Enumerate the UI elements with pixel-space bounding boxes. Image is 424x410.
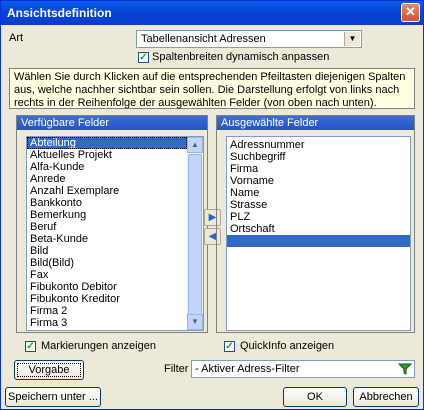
- ok-button[interactable]: OK: [283, 387, 347, 407]
- available-fields-panel: Verfügbare Felder Abteilung Aktuelles Pro…: [16, 115, 208, 333]
- list-item[interactable]: Bild(Bild): [27, 257, 187, 269]
- list-item[interactable]: Beta-Kunde: [27, 233, 187, 245]
- list-item[interactable]: Bild: [27, 245, 187, 257]
- selected-fields-panel: Ausgewählte Felder Adressnummer Suchbegri…: [216, 115, 415, 333]
- list-item[interactable]: Firma: [227, 163, 410, 175]
- scroll-thumb[interactable]: [188, 154, 202, 330]
- save-as-button[interactable]: Speichern unter ...: [5, 387, 101, 407]
- vorgabe-button[interactable]: Vorgabe: [14, 360, 84, 380]
- list-item[interactable]: Abteilung: [27, 137, 187, 149]
- markierungen-checkbox[interactable]: ✓: [25, 341, 36, 352]
- list-item[interactable]: Anzahl Exemplare: [27, 185, 187, 197]
- available-fields-list[interactable]: Abteilung Aktuelles Projekt Alfa-Kunde Anre…: [26, 136, 204, 331]
- cancel-button[interactable]: Abbrechen: [353, 387, 419, 407]
- list-item[interactable]: Name: [227, 187, 410, 199]
- quickinfo-label: QuickInfo anzeigen: [240, 340, 335, 352]
- list-item[interactable]: Fibukonto Debitor: [27, 281, 187, 293]
- list-item[interactable]: Beruf: [27, 221, 187, 233]
- art-label: Art: [9, 32, 24, 44]
- scroll-down-icon[interactable]: ▼: [187, 314, 203, 330]
- list-item[interactable]: Aktuelles Projekt: [27, 149, 187, 161]
- list-item[interactable]: Funktion: [27, 329, 187, 330]
- dialog-window: Ansichtsdefinition ✕ Art Tabellenansicht…: [0, 0, 424, 410]
- dynamic-widths-label: Spaltenbreiten dynamisch anpassen: [152, 51, 330, 63]
- window-title: Ansichtsdefinition: [7, 6, 112, 20]
- available-scrollbar[interactable]: ▲ ▼: [187, 137, 203, 330]
- close-button[interactable]: ✕: [401, 3, 420, 22]
- list-item[interactable]: Strasse: [227, 199, 410, 211]
- list-item[interactable]: Bankkonto: [27, 197, 187, 209]
- list-item[interactable]: Fibukonto Kreditor: [27, 293, 187, 305]
- dynamic-widths-checkbox[interactable]: ✓: [138, 52, 149, 63]
- filter-value: - Aktiver Adress-Filter: [195, 363, 300, 375]
- available-fields-header: Verfügbare Felder: [17, 116, 207, 130]
- chevron-down-icon[interactable]: ▼: [344, 32, 360, 46]
- list-item[interactable]: [227, 235, 410, 247]
- list-item[interactable]: Alfa-Kunde: [27, 161, 187, 173]
- list-item[interactable]: Ortschaft: [227, 223, 410, 235]
- list-item[interactable]: Firma 3: [27, 317, 187, 329]
- filter-select[interactable]: - Aktiver Adress-Filter: [191, 360, 415, 378]
- list-item[interactable]: Suchbegriff: [227, 151, 410, 163]
- list-item[interactable]: Vorname: [227, 175, 410, 187]
- list-item[interactable]: PLZ: [227, 211, 410, 223]
- title-bar[interactable]: Ansichtsdefinition ✕: [1, 1, 423, 25]
- selected-fields-header: Ausgewählte Felder: [217, 116, 414, 130]
- filter-label: Filter: [164, 363, 189, 375]
- list-item[interactable]: Adressnummer: [227, 139, 410, 151]
- list-item[interactable]: Fax: [27, 269, 187, 281]
- selected-fields-list[interactable]: Adressnummer Suchbegriff Firma Vorname Name S…: [226, 136, 411, 331]
- art-select-value: Tabellenansicht Adressen: [141, 33, 266, 45]
- art-select[interactable]: Tabellenansicht Adressen ▼: [136, 30, 362, 48]
- info-text: Wählen Sie durch Klicken auf die entspre…: [9, 68, 415, 109]
- markierungen-label: Markierungen anzeigen: [41, 340, 156, 352]
- list-item[interactable]: Bemerkung: [27, 209, 187, 221]
- scroll-up-icon[interactable]: ▲: [187, 137, 203, 153]
- list-item[interactable]: Firma 2: [27, 305, 187, 317]
- quickinfo-checkbox[interactable]: ✓: [224, 341, 235, 352]
- funnel-icon[interactable]: [398, 363, 412, 375]
- list-item[interactable]: Anrede: [27, 173, 187, 185]
